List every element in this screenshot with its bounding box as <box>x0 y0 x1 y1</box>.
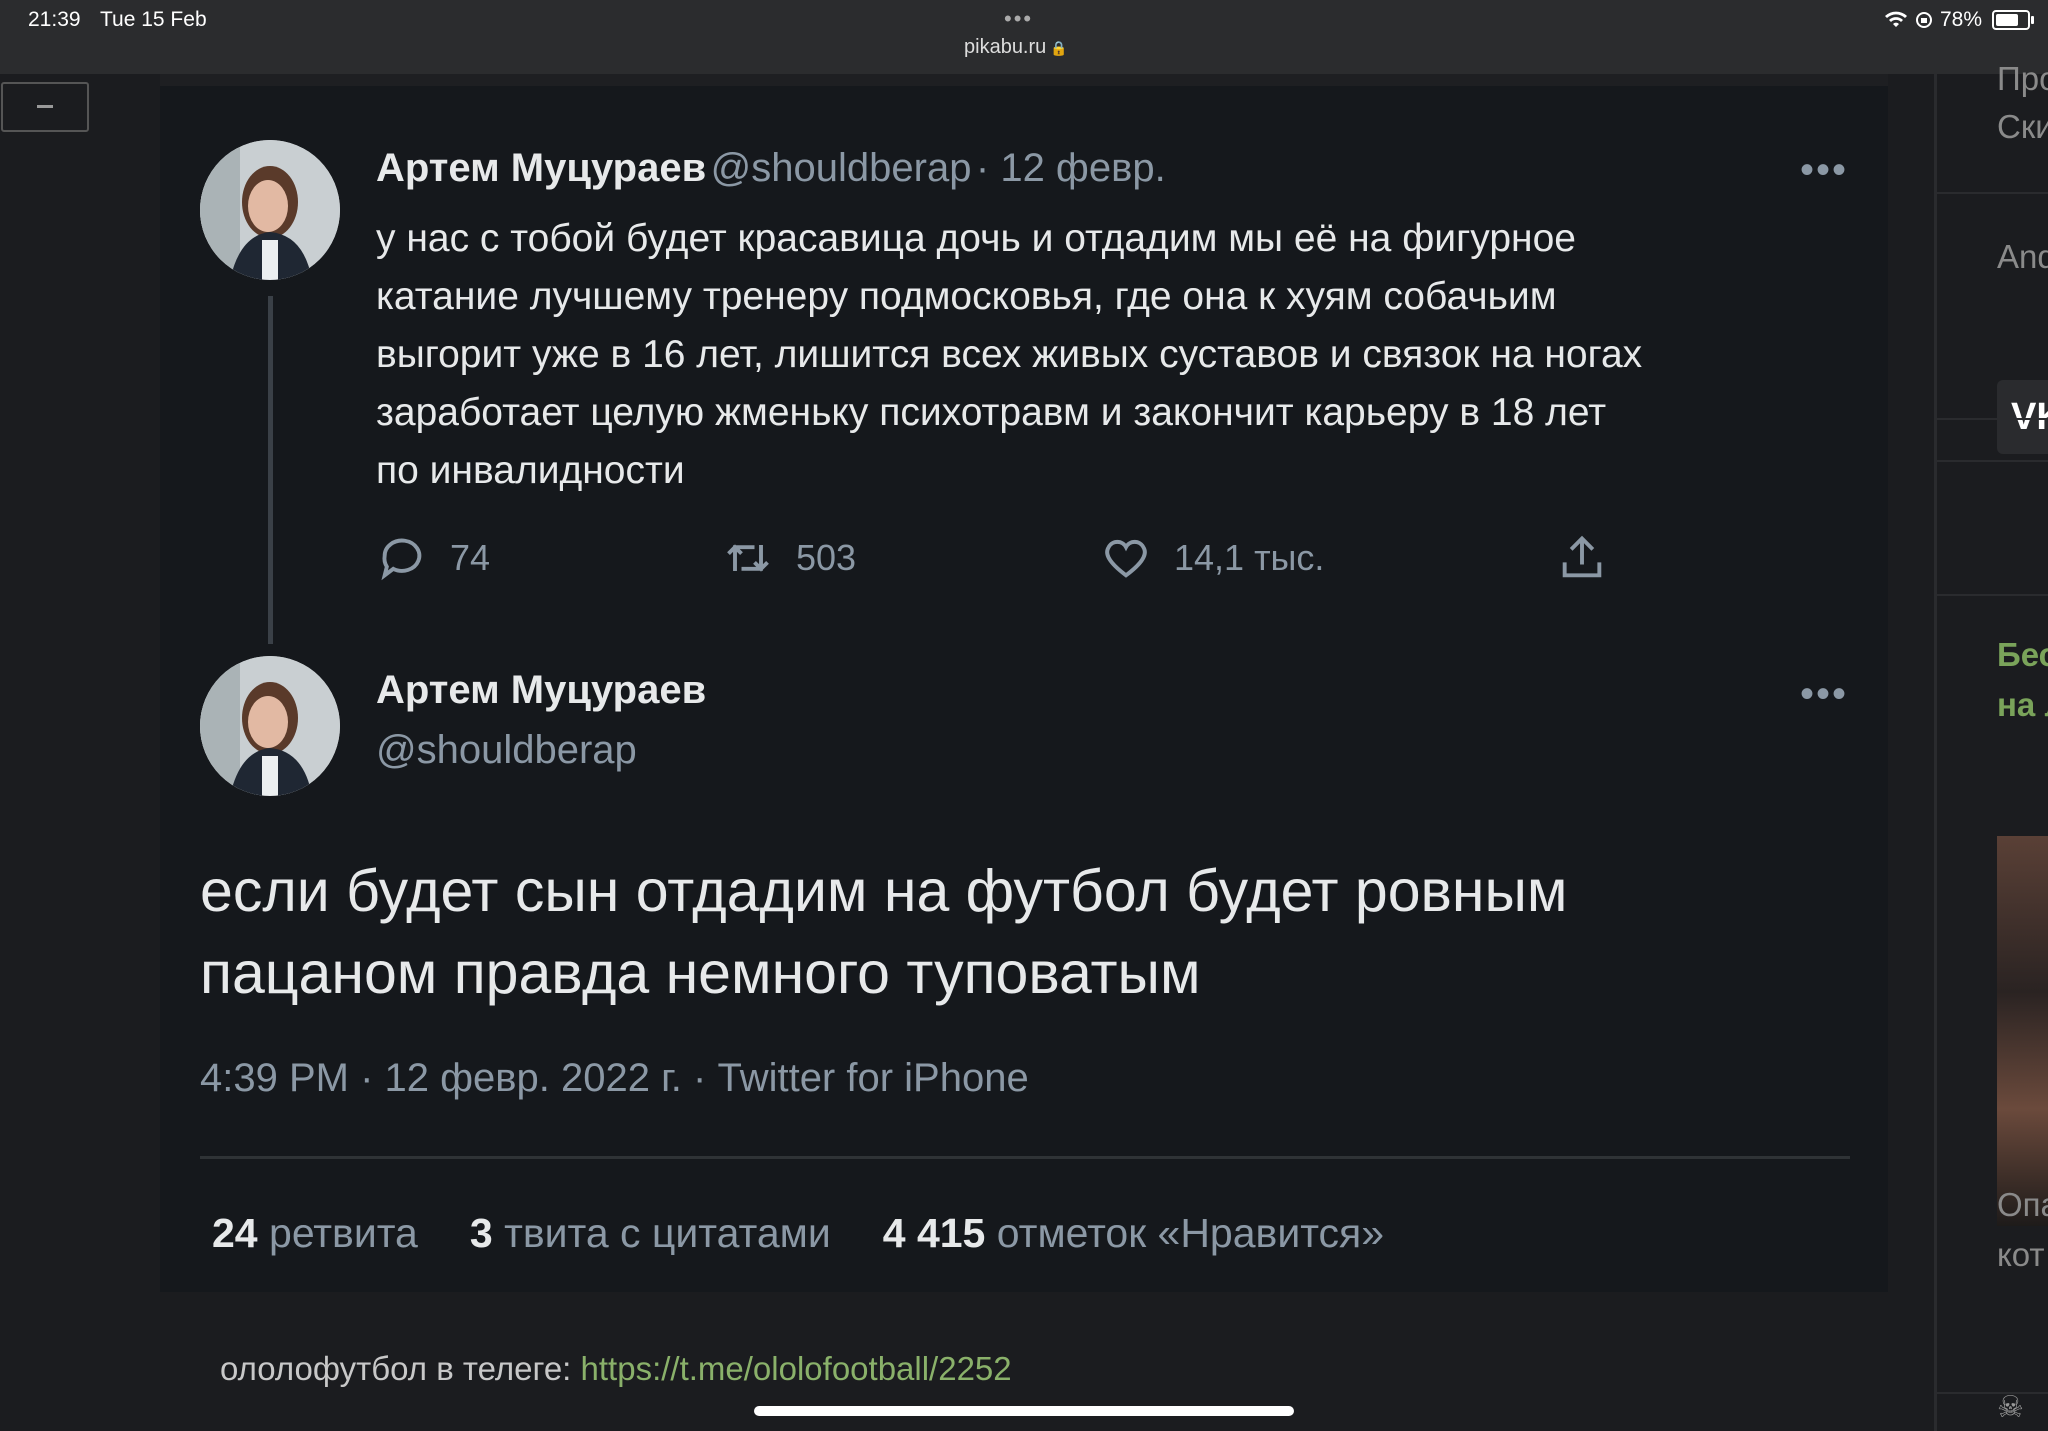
divider <box>200 1156 1850 1159</box>
sidebar-divider <box>1937 594 2048 596</box>
retweet-icon <box>727 544 769 572</box>
sidebar-text[interactable]: Про <box>1997 60 2048 98</box>
text-line: заработает целую жменьку психотравм и за… <box>376 391 1607 434</box>
tweet-stats: 24 ретвита 3 твита с цитатами 4 415 отмето… <box>212 1210 1384 1257</box>
sidebar-post-title[interactable]: на л <box>1997 686 2048 724</box>
thread-connector <box>268 296 273 644</box>
sidebar-text[interactable]: Ски <box>1997 108 2048 146</box>
author-handle[interactable]: @shouldberap <box>711 146 972 190</box>
sidebar-divider <box>1937 418 2048 420</box>
status-time: 21:39 <box>28 8 81 31</box>
sidebar-text[interactable]: кот <box>1997 1236 2045 1274</box>
status-right: 78% <box>1884 8 2034 32</box>
heart-icon <box>1105 540 1147 578</box>
sidebar-post-image[interactable] <box>1997 836 2048 1226</box>
tweet1-actions: 74 503 14,1 тыс. <box>376 532 1636 596</box>
sidebar-divider <box>1937 460 2048 462</box>
tweet-meta: 4:39 PM · 12 февр. 2022 г. · Twitter for… <box>200 1056 1029 1100</box>
battery-icon <box>1992 10 2034 30</box>
text-line: если будет сын отдадим на футбол будет р… <box>200 858 1568 924</box>
text-line: у нас с тобой будет красавица дочь и отд… <box>376 217 1576 260</box>
separator-dot: · <box>975 146 1001 190</box>
right-sidebar: Про Ски And VK Бес на л Опа кот ☠ <box>1934 60 2048 1431</box>
retweet-count: 503 <box>796 537 857 578</box>
text-line: пацаном правда немного туповатым <box>200 940 1201 1006</box>
caption-text: ололофутбол в телеге: <box>220 1350 581 1387</box>
avatar-photo-icon <box>200 656 340 796</box>
home-indicator[interactable] <box>754 1406 1294 1416</box>
quotes-count: 3 <box>469 1210 493 1256</box>
text-line: по инвалидности <box>376 449 685 492</box>
tweet-date[interactable]: 12 февр. <box>1000 146 1165 190</box>
reply-button[interactable]: 74 <box>376 532 490 584</box>
reply-count: 74 <box>450 537 491 578</box>
url-text: pikabu.ru <box>964 36 1047 58</box>
quotes-label: твита с цитатами <box>504 1210 831 1256</box>
address-bar[interactable]: pikabu.ru 🔒 <box>964 36 1068 59</box>
orientation-lock-icon <box>1915 12 1932 28</box>
author-name[interactable]: Артем Муцураев <box>376 668 706 713</box>
collapse-button[interactable] <box>1 82 89 132</box>
sidebar-text[interactable]: Опа <box>1997 1186 2048 1224</box>
avatar-photo-icon <box>200 140 340 280</box>
reply-icon <box>381 538 422 581</box>
text-line: выгорит уже в 16 лет, лишится всех живых… <box>376 333 1643 376</box>
retweets-label: ретвита <box>269 1210 418 1256</box>
more-options-icon[interactable]: ••• <box>1800 148 1848 193</box>
battery-percent: 78% <box>1939 8 1982 31</box>
sidebar-text[interactable]: And <box>1997 238 2048 276</box>
likes-stat[interactable]: 4 415 отметок «Нравится» <box>883 1210 1384 1256</box>
lock-icon: 🔒 <box>1050 40 1068 56</box>
tweet1-header: Артем Муцураев @shouldberap · 12 февр. <box>376 146 1166 191</box>
author-name[interactable]: Артем Муцураев <box>376 146 706 190</box>
retweets-count: 24 <box>212 1210 258 1256</box>
tweet2-text: если будет сын отдадим на футбол будет р… <box>200 850 1840 1014</box>
tweet1-text: у нас с тобой будет красавица дочь и отд… <box>376 210 1856 500</box>
card-top-strip <box>160 74 1888 86</box>
likes-count: 4 415 <box>882 1210 986 1256</box>
telegram-link[interactable]: https://t.me/ololofootball/2252 <box>581 1350 1012 1387</box>
text-line: катание лучшему тренеру подмосковья, где… <box>376 275 1557 318</box>
skull-icon: ☠ <box>1997 1391 2024 1424</box>
wifi-icon <box>1884 11 1907 27</box>
vk-icon[interactable]: VK <box>1997 380 2048 454</box>
avatar[interactable] <box>200 140 340 280</box>
sidebar-divider <box>1937 192 2048 194</box>
more-options-icon[interactable]: ••• <box>1800 672 1848 717</box>
post-caption: ололофутбол в телеге: https://t.me/ololo… <box>220 1350 1012 1388</box>
more-dots-icon[interactable]: ••• <box>1004 6 1033 32</box>
minus-icon <box>37 105 53 108</box>
ios-status-bar: 21:39 Tue 15 Feb ••• pikabu.ru 🔒 78% <box>0 0 2048 74</box>
retweet-button[interactable]: 503 <box>722 532 856 584</box>
share-icon <box>1562 535 1602 578</box>
like-count: 14,1 тыс. <box>1174 537 1325 578</box>
status-date: Tue 15 Feb <box>100 8 207 31</box>
quotes-stat[interactable]: 3 твита с цитатами <box>470 1210 831 1256</box>
avatar[interactable] <box>200 656 340 796</box>
sidebar-post-title[interactable]: Бес <box>1997 636 2048 674</box>
share-button[interactable] <box>1556 532 1608 584</box>
likes-label: отметок «Нравится» <box>996 1210 1385 1256</box>
sidebar-divider <box>1937 1392 2048 1394</box>
retweets-stat[interactable]: 24 ретвита <box>212 1210 418 1256</box>
author-handle[interactable]: @shouldberap <box>376 728 637 773</box>
like-button[interactable]: 14,1 тыс. <box>1100 532 1324 584</box>
